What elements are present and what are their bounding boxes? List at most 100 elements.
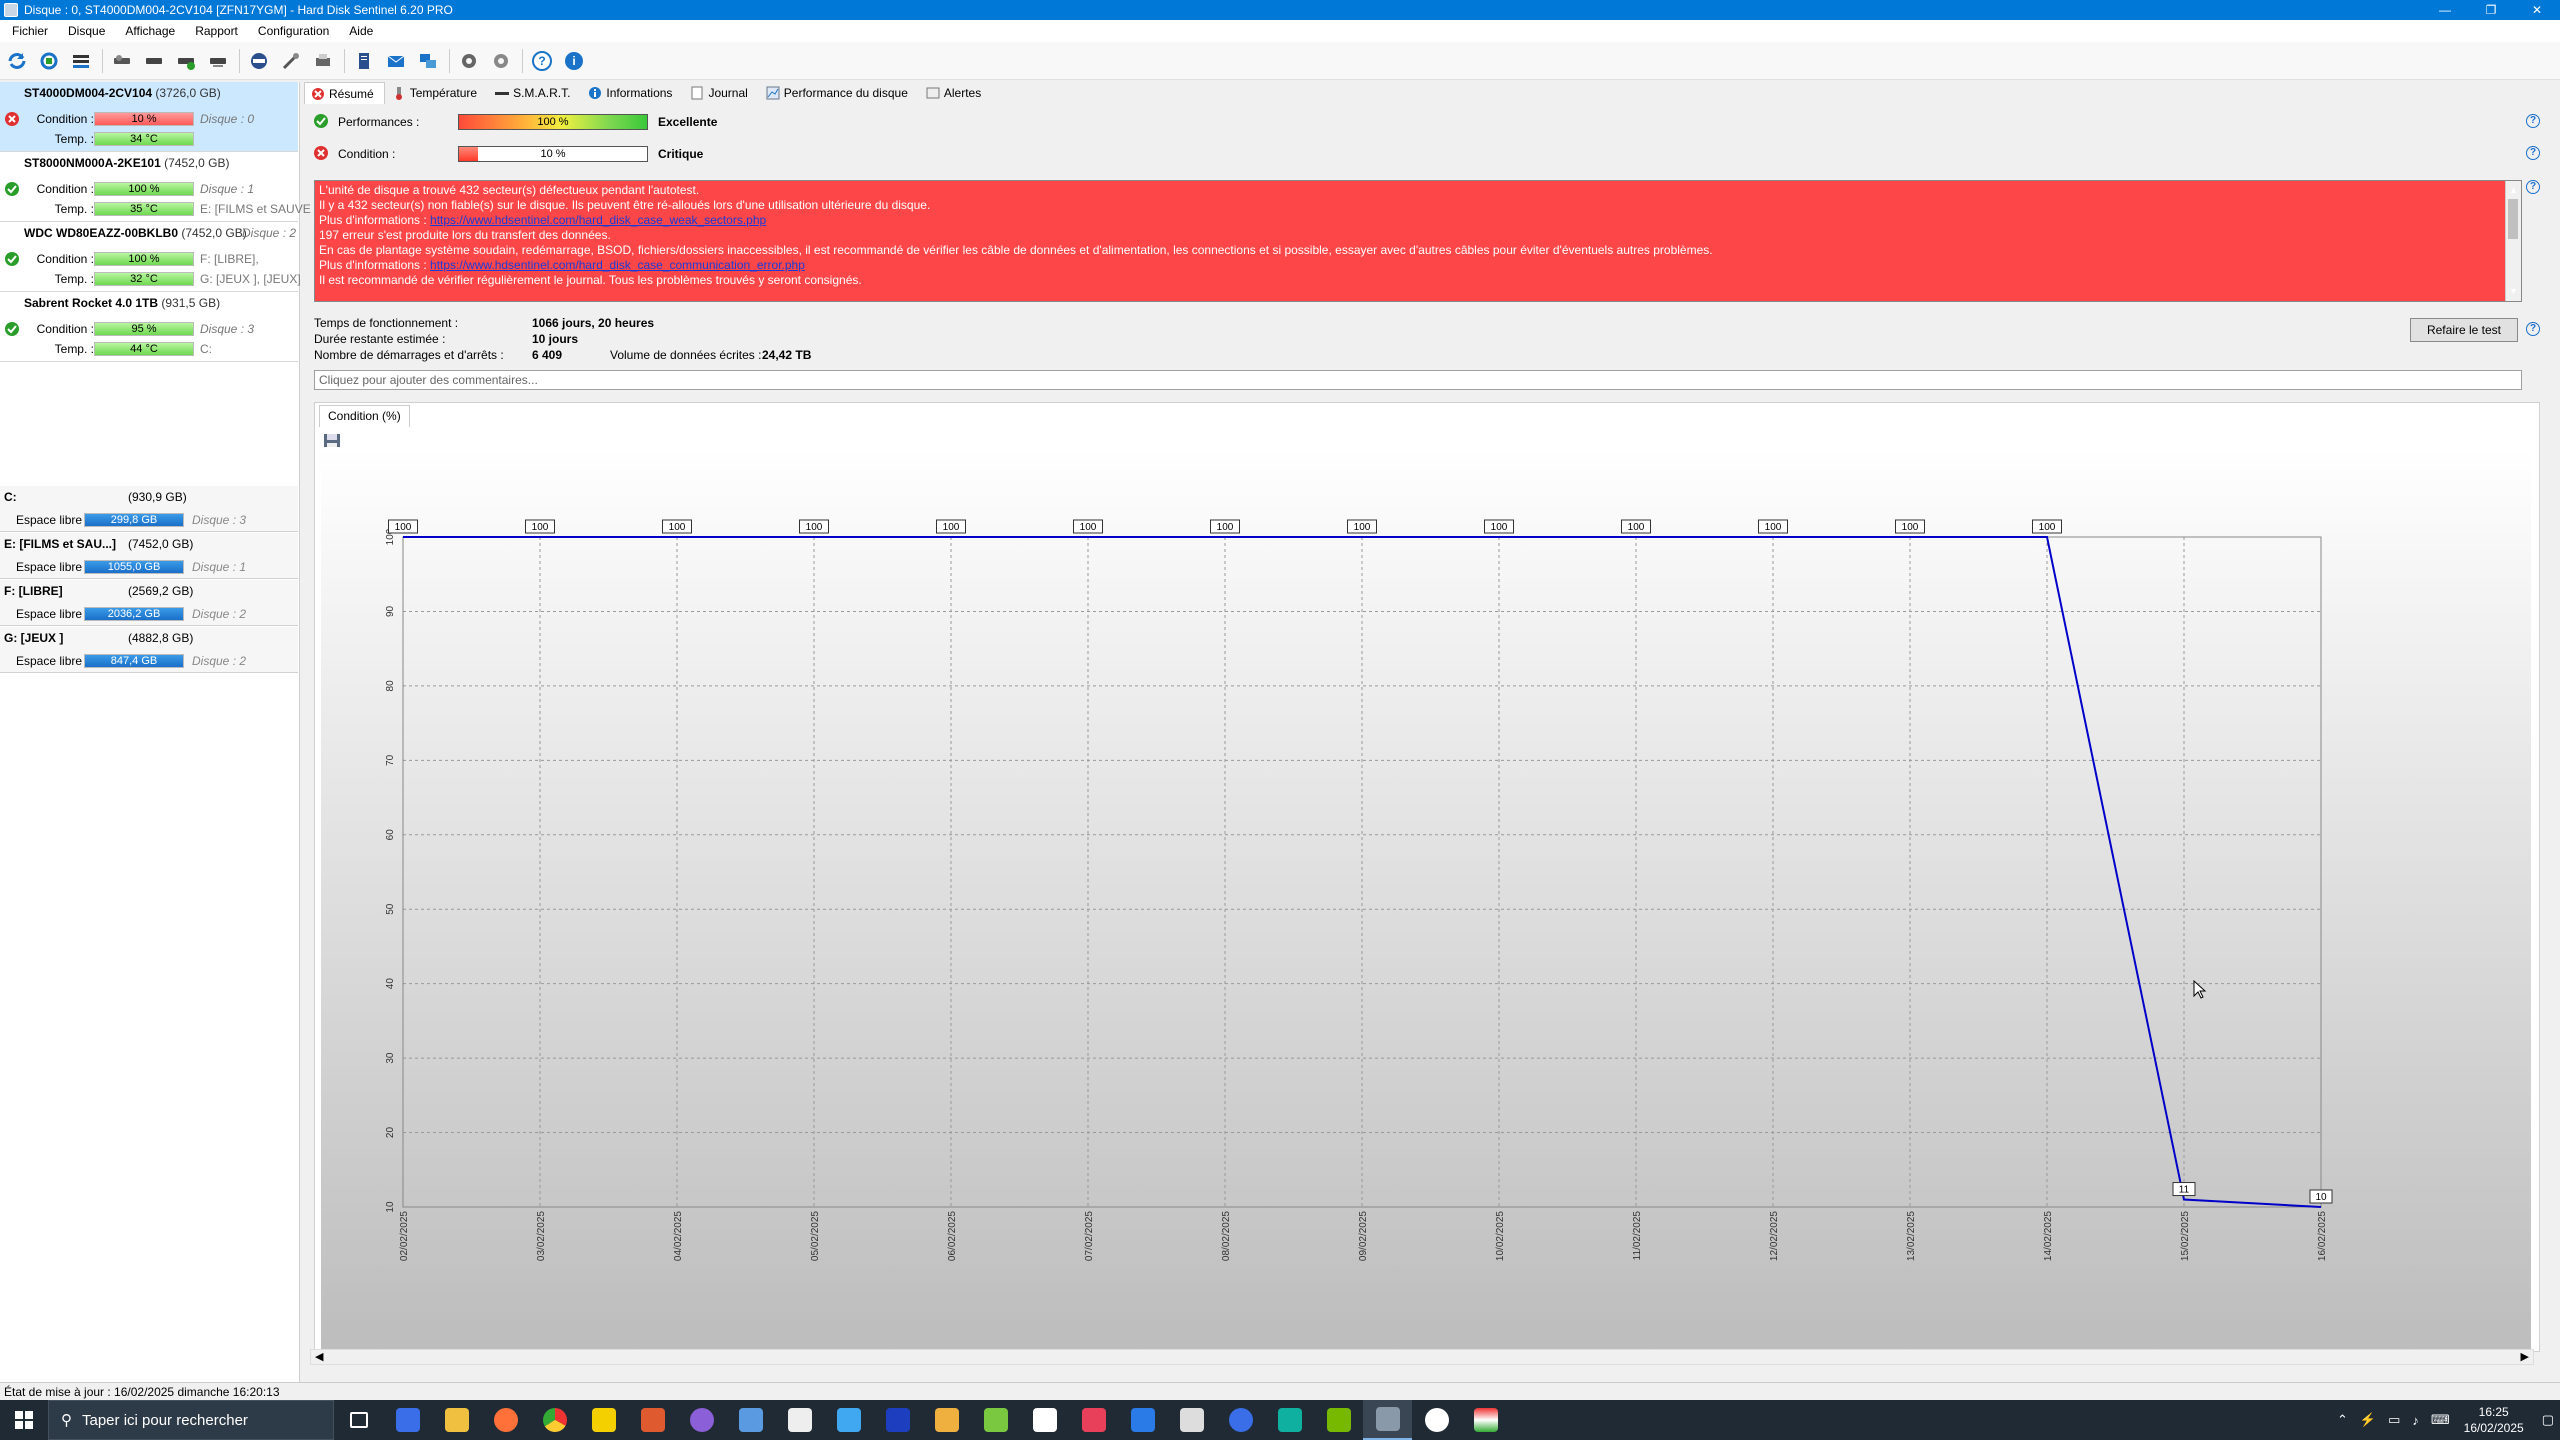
app-icon[interactable] — [922, 1400, 971, 1440]
about-icon[interactable]: i — [561, 48, 587, 74]
tab-journal[interactable]: Journal — [683, 82, 758, 104]
disk-test-icon[interactable] — [205, 48, 231, 74]
disk-info-icon[interactable] — [141, 48, 167, 74]
volume-item[interactable]: C: (930,9 GB) Espace libre 299,8 GB Disq… — [0, 486, 298, 532]
tab-resume[interactable]: Résumé — [304, 82, 385, 104]
weak-sectors-link[interactable]: https://www.hdsentinel.com/hard_disk_cas… — [430, 213, 766, 227]
app-icon[interactable] — [1167, 1400, 1216, 1440]
disk-list-icon[interactable] — [68, 48, 94, 74]
help-icon[interactable]: ? — [2526, 146, 2540, 160]
app-icon[interactable] — [1265, 1400, 1314, 1440]
chevron-up-icon[interactable]: ⌃ — [2337, 1412, 2348, 1428]
scroll-left-icon[interactable]: ◀ — [315, 1350, 323, 1363]
app-icon[interactable] — [824, 1400, 873, 1440]
printer-icon[interactable] — [310, 48, 336, 74]
network-icon[interactable] — [415, 48, 441, 74]
help-icon[interactable]: ? — [2526, 180, 2540, 194]
settings-icon[interactable] — [456, 48, 482, 74]
disk-item[interactable]: ST4000DM004-2CV104 (3726,0 GB) Condition… — [0, 82, 298, 152]
help-icon[interactable]: ? — [529, 48, 555, 74]
comment-field[interactable]: Cliquez pour ajouter des commentaires... — [314, 370, 2522, 390]
menu-affichage[interactable]: Affichage — [115, 24, 185, 38]
language-icon[interactable]: ⌨ — [2431, 1412, 2450, 1428]
app-icon[interactable] — [971, 1400, 1020, 1440]
app-icon[interactable] — [1020, 1400, 1069, 1440]
email-icon[interactable] — [383, 48, 409, 74]
menu-configuration[interactable]: Configuration — [248, 24, 339, 38]
menu-rapport[interactable]: Rapport — [185, 24, 248, 38]
nvidia-icon[interactable] — [1314, 1400, 1363, 1440]
scroll-right-icon[interactable]: ▶ — [2521, 1350, 2529, 1363]
advanced-settings-icon[interactable] — [488, 48, 514, 74]
tab-alertes[interactable]: Alertes — [919, 82, 992, 104]
clock[interactable]: 16:25 16/02/2025 — [2464, 1404, 2524, 1436]
volume-item[interactable]: E: [FILMS et SAU...] (7452,0 GB) Espace … — [0, 533, 298, 579]
performance-icon — [766, 86, 780, 100]
app-icon[interactable] — [579, 1400, 628, 1440]
windows-start-icon[interactable] — [0, 1400, 48, 1440]
volume-item[interactable]: G: [JEUX ] (4882,8 GB) Espace libre 847,… — [0, 627, 298, 673]
app-icon[interactable] — [383, 1400, 432, 1440]
tools-icon[interactable] — [278, 48, 304, 74]
report-icon[interactable] — [246, 48, 272, 74]
message-scrollbar[interactable]: ▲ ▼ — [2505, 181, 2521, 301]
app-icon[interactable] — [677, 1400, 726, 1440]
app-icon[interactable] — [1118, 1400, 1167, 1440]
disk-hand-icon[interactable] — [109, 48, 135, 74]
steam-icon[interactable] — [1412, 1400, 1461, 1440]
disk-item[interactable]: Sabrent Rocket 4.0 1TB (931,5 GB) Condit… — [0, 292, 298, 362]
network-icon[interactable]: ▭ — [2388, 1412, 2400, 1428]
disk-item[interactable]: ST8000NM000A-2KE101 (7452,0 GB) Conditio… — [0, 152, 311, 222]
scroll-down-icon[interactable]: ▼ — [2509, 284, 2518, 299]
disk-check-icon[interactable] — [173, 48, 199, 74]
volume-icon[interactable]: ♪ — [2412, 1413, 2419, 1428]
power-icon[interactable]: ⚡ — [2360, 1412, 2376, 1428]
communication-error-link[interactable]: https://www.hdsentinel.com/hard_disk_cas… — [430, 258, 805, 272]
data-label: 100 — [388, 519, 418, 534]
app-icon[interactable] — [726, 1400, 775, 1440]
volume-item[interactable]: F: [LIBRE] (2569,2 GB) Espace libre 2036… — [0, 580, 298, 626]
taskbar-search[interactable]: ⚲ Taper ici pour rechercher — [48, 1400, 334, 1440]
hard-disk-sentinel-icon[interactable] — [1363, 1400, 1412, 1440]
notification-icon[interactable]: ▢ — [2542, 1412, 2554, 1428]
message-line: 197 erreur s'est produite lors du transf… — [319, 228, 611, 242]
close-button[interactable]: ✕ — [2514, 0, 2560, 20]
menu-fichier[interactable]: Fichier — [2, 24, 58, 38]
x-tick-label: 11/02/2025 — [1632, 1211, 1643, 1261]
retest-button[interactable]: Refaire le test — [2410, 318, 2518, 342]
data-label-text: 11 — [2179, 1185, 2190, 1196]
app-icon[interactable] — [1069, 1400, 1118, 1440]
y-tick-label: 20 — [385, 1127, 396, 1139]
minimize-button[interactable]: — — [2422, 0, 2468, 20]
maximize-button[interactable]: ❐ — [2468, 0, 2514, 20]
alert-message-box[interactable]: L'unité de disque a trouvé 432 secteur(s… — [314, 180, 2522, 302]
app-icon[interactable] — [1461, 1400, 1510, 1440]
menu-aide[interactable]: Aide — [339, 24, 383, 38]
tab-smart[interactable]: S.M.A.R.T. — [488, 82, 581, 104]
document-icon[interactable] — [351, 48, 377, 74]
scroll-thumb[interactable] — [2508, 199, 2518, 239]
disk-volumes: F: [LIBRE], — [200, 252, 259, 266]
app-icon[interactable] — [628, 1400, 677, 1440]
tab-informations[interactable]: Informations — [581, 82, 683, 104]
app-icon[interactable] — [873, 1400, 922, 1440]
help-icon[interactable]: ? — [2526, 322, 2540, 336]
help-icon[interactable]: ? — [2526, 114, 2540, 128]
refresh-all-icon[interactable] — [36, 48, 62, 74]
scroll-up-icon[interactable]: ▲ — [2509, 183, 2518, 198]
task-view-icon[interactable] — [334, 1400, 383, 1440]
graph-tab[interactable]: Condition (%) — [319, 405, 410, 427]
menu-disque[interactable]: Disque — [58, 24, 115, 38]
disk-item[interactable]: WDC WD80EAZZ-00BKLB0 (7452,0 GB) Disque … — [0, 222, 301, 292]
horizontal-scrollbar[interactable]: ◀ ▶ — [310, 1349, 2534, 1365]
firefox-icon[interactable] — [481, 1400, 530, 1440]
app-icon[interactable] — [775, 1400, 824, 1440]
data-label-text: 100 — [943, 522, 960, 533]
refresh-icon[interactable] — [4, 48, 30, 74]
data-label: 100 — [1484, 519, 1514, 534]
file-explorer-icon[interactable] — [432, 1400, 481, 1440]
tab-performance[interactable]: Performance du disque — [759, 82, 919, 104]
app-icon[interactable] — [1216, 1400, 1265, 1440]
tab-temperature[interactable]: Température — [385, 82, 488, 104]
chrome-icon[interactable] — [530, 1400, 579, 1440]
